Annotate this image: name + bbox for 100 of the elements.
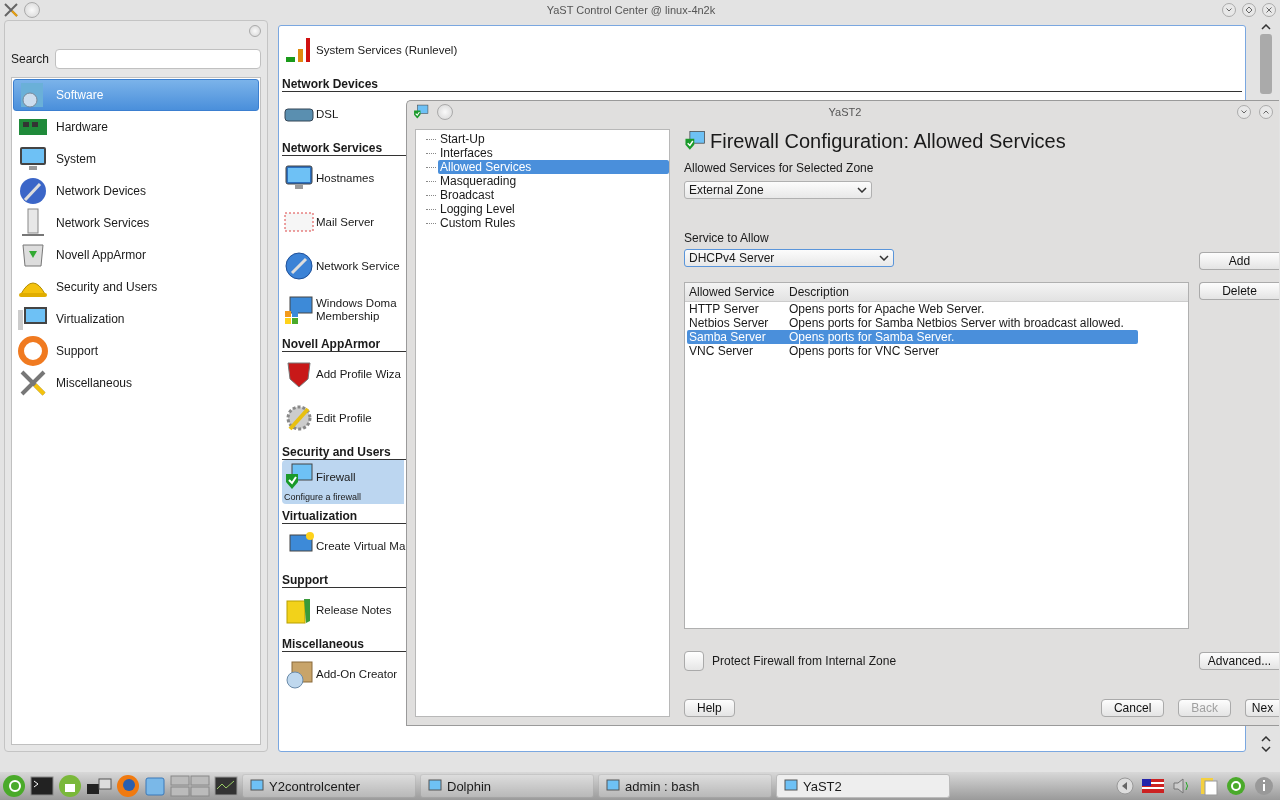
module-item[interactable]: System Services (Runlevel) <box>282 28 460 72</box>
column-header[interactable]: Description <box>785 285 1188 299</box>
module-item[interactable]: Edit Profile <box>282 396 404 440</box>
scrollbar-thumb[interactable] <box>1260 34 1272 94</box>
monitor-windows-icon <box>284 295 314 325</box>
category-item[interactable]: Support <box>13 335 259 367</box>
add-button[interactable]: Add <box>1199 252 1279 270</box>
chameleon-logo-icon[interactable] <box>1226 776 1246 796</box>
table-row[interactable]: Netbios Server Opens ports for Samba Netbios Server with broadcast allowed. <box>687 316 1186 330</box>
app-icon <box>605 778 621 794</box>
category-item[interactable]: Network Services <box>13 207 259 239</box>
checkbox[interactable] <box>684 651 704 671</box>
pin-button[interactable] <box>437 104 453 120</box>
module-item[interactable]: Release Notes <box>282 588 404 632</box>
shield-icon <box>284 359 314 389</box>
module-label: Windows Doma Membership <box>316 297 397 323</box>
browser-icon[interactable] <box>116 774 140 798</box>
flag-icon[interactable] <box>1142 779 1164 793</box>
checkbox-label: Protect Firewall from Internal Zone <box>712 654 897 668</box>
category-item[interactable]: Security and Users <box>13 271 259 303</box>
window-title: YaST2 <box>827 106 863 118</box>
zone-label: Allowed Services for Selected Zone <box>684 161 875 175</box>
tools-icon <box>18 368 48 398</box>
taskbar-task[interactable]: Dolphin <box>420 774 594 798</box>
module-item[interactable]: Add-On Creator <box>282 652 404 696</box>
next-button[interactable]: Nex <box>1245 699 1279 717</box>
app-icon <box>427 778 443 794</box>
minimize-icon[interactable] <box>1237 105 1251 119</box>
category-item[interactable]: Hardware <box>13 111 259 143</box>
maximize-icon[interactable] <box>1259 105 1273 119</box>
module-label: DSL <box>316 107 339 121</box>
column-header[interactable]: Allowed Service <box>685 285 785 299</box>
scroll-up-icon[interactable] <box>1261 24 1271 30</box>
module-label: System Services (Runlevel) <box>316 43 458 57</box>
category-item[interactable]: Novell AppArmor <box>13 239 259 271</box>
drawer-icon[interactable] <box>144 775 166 797</box>
box-disc-icon <box>284 659 314 689</box>
tree-item[interactable]: Custom Rules <box>438 216 669 230</box>
module-label: Firewall <box>316 470 356 484</box>
arrow-left-icon[interactable] <box>1116 777 1134 795</box>
tree-item[interactable]: Broadcast <box>438 188 669 202</box>
table-row[interactable]: HTTP Server Opens ports for Apache Web Server. <box>687 302 1186 316</box>
app-icon <box>249 778 265 794</box>
help-button[interactable]: Help <box>684 699 735 717</box>
group-heading: Network Devices <box>282 72 1242 92</box>
module-label: Network Service <box>316 259 400 273</box>
module-item[interactable]: Firewall Configure a firewall <box>282 460 404 504</box>
cancel-button[interactable]: Cancel <box>1100 699 1165 717</box>
clipboard-icon[interactable] <box>1200 776 1218 796</box>
tree-item[interactable]: Logging Level <box>438 202 669 216</box>
service-label: Service to Allow <box>684 231 770 245</box>
system-monitor-icon[interactable] <box>214 776 238 796</box>
monitor-shield-icon <box>413 104 429 120</box>
tools-icon[interactable] <box>4 3 18 17</box>
minimize-icon[interactable] <box>1222 3 1236 17</box>
caret-icon <box>879 255 889 261</box>
taskbar-task[interactable]: YaST2 <box>776 774 950 798</box>
module-description: Configure a firewall <box>284 492 363 502</box>
pin-button[interactable] <box>24 2 40 18</box>
module-label: Add-On Creator <box>316 667 398 681</box>
lifebuoy-icon <box>18 336 48 366</box>
delete-button[interactable]: Delete <box>1199 282 1279 300</box>
close-icon[interactable] <box>1262 3 1276 17</box>
module-label: Create Virtual Ma <box>316 539 406 553</box>
advanced-button[interactable]: Advanced... <box>1199 652 1279 670</box>
module-label: Release Notes <box>316 603 392 617</box>
category-item[interactable]: Miscellaneous <box>13 367 259 399</box>
module-item[interactable]: Hostnames <box>282 156 404 200</box>
panel-options-button[interactable] <box>249 25 261 37</box>
service-dropdown[interactable]: DHCPv4 Server <box>684 249 894 267</box>
module-label: Edit Profile <box>316 411 372 425</box>
caret-icon <box>857 187 867 193</box>
module-label: Add Profile Wiza <box>316 367 401 381</box>
info-icon[interactable] <box>1254 776 1274 796</box>
search-label: Search <box>11 52 50 66</box>
app-icon <box>783 778 799 794</box>
zone-dropdown[interactable]: External Zone <box>684 181 872 199</box>
module-item[interactable]: Create Virtual Ma <box>282 524 408 568</box>
module-item[interactable]: Network Service <box>282 244 404 288</box>
module-item[interactable]: Mail Server <box>282 200 404 244</box>
taskbar-task[interactable]: Y2controlcenter <box>242 774 416 798</box>
maximize-icon[interactable] <box>1242 3 1256 17</box>
window-title: YaST Control Center @ linux-4n2k <box>545 4 717 16</box>
scroll-up-icon[interactable] <box>1261 736 1271 742</box>
terminal-icon[interactable] <box>30 776 54 796</box>
taskbar-task[interactable]: admin : bash <box>598 774 772 798</box>
module-item[interactable]: Add Profile Wiza <box>282 352 404 396</box>
module-item[interactable]: DSL <box>282 92 404 136</box>
scroll-down-icon[interactable] <box>1261 746 1271 752</box>
computers-icon[interactable] <box>86 776 112 796</box>
module-label: Mail Server <box>316 215 375 229</box>
category-item[interactable]: Virtualization <box>13 303 259 335</box>
search-field[interactable] <box>55 49 261 69</box>
module-label: Hostnames <box>316 171 375 185</box>
category-item[interactable]: System <box>13 143 259 175</box>
module-item[interactable]: Windows Doma Membership <box>282 288 404 332</box>
gear-pencil-icon <box>284 403 314 433</box>
category-item[interactable]: Network Devices <box>13 175 259 207</box>
monitor-shield-icon <box>684 130 706 152</box>
tree-item[interactable]: Masquerading <box>438 174 669 188</box>
